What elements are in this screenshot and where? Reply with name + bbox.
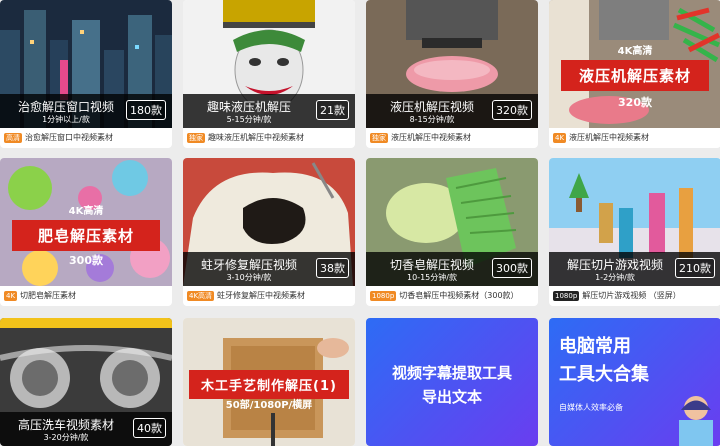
count-badge: 38款 (316, 258, 349, 278)
card-soap-4k[interactable]: 4K高清 肥皂解压素材 300款 4K 切肥皂解压素材 (0, 158, 172, 306)
title-overlay: 蛀牙修复解压视频 3-10分钟/款 38款 (183, 252, 355, 286)
count-badge: 40款 (133, 418, 166, 438)
tools-subtitle: 自媒体人效率必备 (559, 403, 623, 412)
count-badge: 21款 (316, 100, 349, 120)
card-pc-tools[interactable]: 电脑常用 工具大合集 自媒体人效率必备 (549, 318, 720, 446)
tool-title-line2: 导出文本 (421, 388, 482, 406)
card-subtitle-tool[interactable]: 视频字幕提取工具 导出文本 (366, 318, 538, 446)
quality-badge: 1080p (553, 290, 580, 301)
card-title: 液压机解压视频 (389, 100, 474, 114)
title-overlay: 解压切片游戏视频 1-2分钟/款 210款 (549, 252, 720, 286)
card-title: 高压洗车视频素材 (17, 418, 114, 432)
quality-badge: 4K高清 (187, 290, 215, 301)
4k-label: 4K高清 (68, 206, 104, 217)
card-title: 趣味液压机解压 (206, 100, 291, 114)
caption-text: 切肥皂解压素材 (20, 291, 77, 300)
card-woodwork[interactable]: 木工手艺制作解压(1) 50部/1080P/横屏 (183, 318, 355, 446)
spec-label: 50部/1080P/横屏 (225, 400, 313, 411)
card-subtitle: 5-15分钟/款 (226, 115, 272, 124)
quality-badge: 4K (553, 132, 567, 143)
card-car-wash[interactable]: 高压洗车视频素材 3-20分钟/款 40款 (0, 318, 172, 446)
title-banner: 液压机解压素材 (561, 60, 709, 91)
video-grid: 治愈解压窗口视频 1分钟以上/款 180款 高清 治愈解压窗口中视频素材 趣味液压… (0, 0, 720, 446)
card-slice-game[interactable]: 解压切片游戏视频 1-2分钟/款 210款 1080p 解压切片游戏视频 （竖屏） (549, 158, 720, 306)
thumbnail: 4K高清 液压机解压素材 320款 (549, 0, 720, 128)
thumbnail: 治愈解压窗口视频 1分钟以上/款 180款 (0, 0, 172, 128)
thumbnail: 木工手艺制作解压(1) 50部/1080P/横屏 (183, 318, 355, 446)
quality-badge: 1080p (370, 290, 397, 301)
tool-title-line1: 视频字幕提取工具 (391, 364, 512, 382)
tools-title-line1: 电脑常用 (559, 336, 631, 357)
card-title: 治愈解压窗口视频 (17, 100, 114, 114)
title-banner: 木工手艺制作解压(1) (189, 370, 349, 399)
card-caption: 独家 液压机解压中视频素材 (366, 130, 538, 146)
card-cut-soap[interactable]: 切香皂解压视频 10-15分钟/款 300款 1080p 切香皂解压中视频素材（3… (366, 158, 538, 306)
card-title: 蛀牙修复解压视频 (200, 258, 297, 272)
card-subtitle: 1分钟以上/款 (42, 115, 90, 124)
card-caption: 4K高清 蛀牙修复解压中视频素材 (183, 288, 355, 304)
quality-badge: 4K (4, 290, 18, 301)
card-healing-window[interactable]: 治愈解压窗口视频 1分钟以上/款 180款 高清 治愈解压窗口中视频素材 (0, 0, 172, 148)
count-badge: 300款 (492, 258, 532, 278)
thumbnail: 4K高清 肥皂解压素材 300款 (0, 158, 172, 286)
title-overlay: 切香皂解压视频 10-15分钟/款 300款 (366, 252, 538, 286)
quality-badge: 独家 (370, 132, 388, 143)
card-title: 切香皂解压视频 (389, 258, 474, 272)
title-overlay: 液压机解压视频 8-15分钟/款 320款 (366, 94, 538, 128)
card-subtitle: 3-10分钟/款 (226, 273, 272, 282)
caption-text: 解压切片游戏视频 （竖屏） (582, 291, 681, 300)
title-overlay: 高压洗车视频素材 3-20分钟/款 40款 (0, 412, 172, 446)
card-caption: 1080p 切香皂解压中视频素材（300款） (366, 288, 538, 304)
character-illustration (679, 396, 713, 446)
card-tooth-repair[interactable]: 蛀牙修复解压视频 3-10分钟/款 38款 4K高清 蛀牙修复解压中视频素材 (183, 158, 355, 306)
card-caption: 高清 治愈解压窗口中视频素材 (0, 130, 172, 146)
tools-title-line2: 工具大合集 (559, 364, 649, 385)
card-subtitle: 8-15分钟/款 (409, 115, 455, 124)
thumbnail: 趣味液压机解压 5-15分钟/款 21款 (183, 0, 355, 128)
thumbnail: 液压机解压视频 8-15分钟/款 320款 (366, 0, 538, 128)
caption-text: 切香皂解压中视频素材（300款） (399, 291, 519, 300)
card-hydraulic-4k[interactable]: 4K高清 液压机解压素材 320款 4K 液压机解压中视频素材 (549, 0, 720, 148)
card-caption: 1080p 解压切片游戏视频 （竖屏） (549, 288, 720, 304)
caption-text: 液压机解压中视频素材 (569, 133, 650, 142)
caption-text: 趣味液压机解压中视频素材 (208, 133, 304, 142)
card-subtitle: 1-2分钟/款 (595, 273, 635, 282)
title-banner: 肥皂解压素材 (12, 220, 160, 251)
count-badge: 320款 (492, 100, 532, 120)
card-title: 解压切片游戏视频 (566, 258, 663, 272)
caption-text: 蛀牙修复解压中视频素材 (217, 291, 306, 300)
thumbnail: 蛀牙修复解压视频 3-10分钟/款 38款 (183, 158, 355, 286)
thumbnail: 切香皂解压视频 10-15分钟/款 300款 (366, 158, 538, 286)
card-hydraulic-video[interactable]: 液压机解压视频 8-15分钟/款 320款 独家 液压机解压中视频素材 (366, 0, 538, 148)
thumbnail: 解压切片游戏视频 1-2分钟/款 210款 (549, 158, 720, 286)
count-label: 320款 (618, 96, 652, 109)
4k-label: 4K高清 (617, 46, 653, 57)
title-overlay: 趣味液压机解压 5-15分钟/款 21款 (183, 94, 355, 128)
card-caption: 4K 切肥皂解压素材 (0, 288, 172, 304)
caption-text: 治愈解压窗口中视频素材 (25, 133, 113, 142)
card-caption: 独家 趣味液压机解压中视频素材 (183, 130, 355, 146)
card-fun-hydraulic[interactable]: 趣味液压机解压 5-15分钟/款 21款 独家 趣味液压机解压中视频素材 (183, 0, 355, 148)
quality-badge: 高清 (4, 132, 22, 143)
count-badge: 210款 (675, 258, 715, 278)
count-badge: 180款 (126, 100, 166, 120)
thumbnail: 高压洗车视频素材 3-20分钟/款 40款 (0, 318, 172, 446)
title-overlay: 治愈解压窗口视频 1分钟以上/款 180款 (0, 94, 172, 128)
count-label: 300款 (69, 254, 103, 267)
card-subtitle: 3-20分钟/款 (43, 433, 89, 442)
card-caption: 4K 液压机解压中视频素材 (549, 130, 720, 146)
quality-badge: 独家 (187, 132, 205, 143)
card-subtitle: 10-15分钟/款 (407, 273, 457, 282)
caption-text: 液压机解压中视频素材 (391, 133, 471, 142)
